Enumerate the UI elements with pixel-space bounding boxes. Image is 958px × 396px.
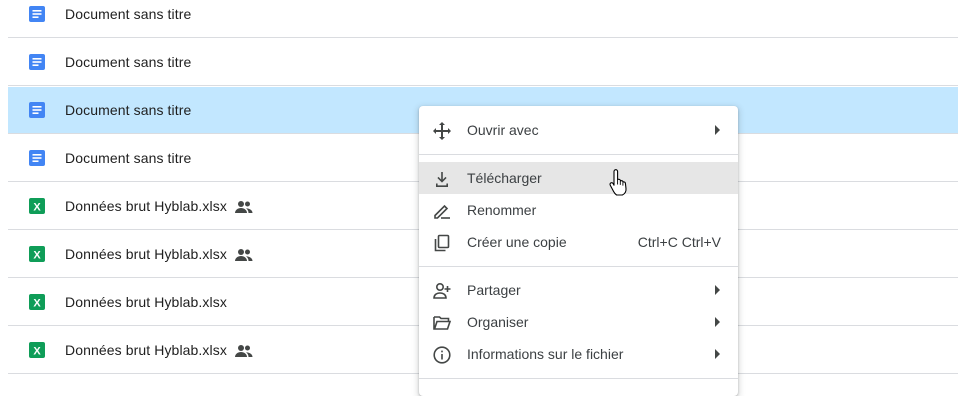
hand-pointer-cursor-icon [609, 169, 627, 196]
menu-label: Partager [467, 282, 521, 298]
move-arrows-icon [433, 122, 451, 140]
menu-item-file-info[interactable]: Informations sur le fichier [419, 338, 738, 370]
context-menu: Ouvrir avec Télécharger Renommer Créer u… [419, 106, 738, 396]
info-icon [433, 346, 451, 364]
menu-item-copy[interactable]: Créer une copie Ctrl+C Ctrl+V [419, 226, 738, 258]
menu-label: Ouvrir avec [467, 122, 539, 138]
rename-pencil-icon [434, 204, 450, 219]
shared-people-icon [234, 201, 253, 214]
file-name: Données brut Hyblab.xlsx [65, 294, 227, 310]
google-docs-icon [29, 54, 45, 70]
shared-people-icon [234, 345, 253, 358]
add-person-icon [433, 282, 451, 299]
submenu-arrow-icon [715, 349, 720, 359]
menu-divider [419, 266, 738, 267]
svg-text:X: X [33, 202, 41, 214]
file-name: Document sans titre [65, 102, 192, 118]
menu-item-open-with[interactable]: Ouvrir avec [419, 114, 738, 146]
file-name: Document sans titre [65, 54, 192, 70]
menu-divider [419, 154, 738, 155]
menu-label: Renommer [467, 202, 537, 218]
google-sheets-icon: X [29, 246, 45, 262]
svg-text:X: X [33, 346, 41, 358]
menu-label: Télécharger [467, 170, 542, 186]
menu-shortcut: Ctrl+C Ctrl+V [637, 234, 721, 250]
google-sheets-icon: X [29, 294, 45, 310]
menu-label: Créer une copie [467, 234, 567, 250]
file-name: Données brut Hyblab.xlsx [65, 246, 253, 262]
file-name: Document sans titre [65, 6, 192, 22]
google-docs-icon [29, 6, 45, 22]
menu-label: Organiser [467, 314, 529, 330]
file-row[interactable]: Document sans titre [8, 0, 958, 38]
google-sheets-icon: X [29, 198, 45, 214]
submenu-arrow-icon [715, 125, 720, 135]
file-name: Données brut Hyblab.xlsx [65, 342, 253, 358]
menu-divider [419, 378, 738, 379]
svg-text:X: X [33, 298, 41, 310]
menu-label: Informations sur le fichier [467, 346, 624, 362]
submenu-arrow-icon [715, 317, 720, 327]
download-icon [436, 172, 448, 187]
menu-item-organize[interactable]: Organiser [419, 306, 738, 338]
svg-text:X: X [33, 250, 41, 262]
shared-people-icon [234, 249, 253, 262]
google-docs-icon [29, 102, 45, 118]
menu-item-rename[interactable]: Renommer [419, 194, 738, 226]
file-row[interactable]: Document sans titre [8, 39, 958, 86]
file-name: Document sans titre [65, 150, 192, 166]
menu-item-share[interactable]: Partager [419, 274, 738, 306]
submenu-arrow-icon [715, 285, 720, 295]
copy-icon [434, 234, 450, 252]
google-sheets-icon: X [29, 342, 45, 358]
menu-item-download[interactable]: Télécharger [419, 162, 738, 194]
file-name: Données brut Hyblab.xlsx [65, 198, 253, 214]
google-docs-icon [29, 150, 45, 166]
folder-open-icon [433, 316, 452, 330]
